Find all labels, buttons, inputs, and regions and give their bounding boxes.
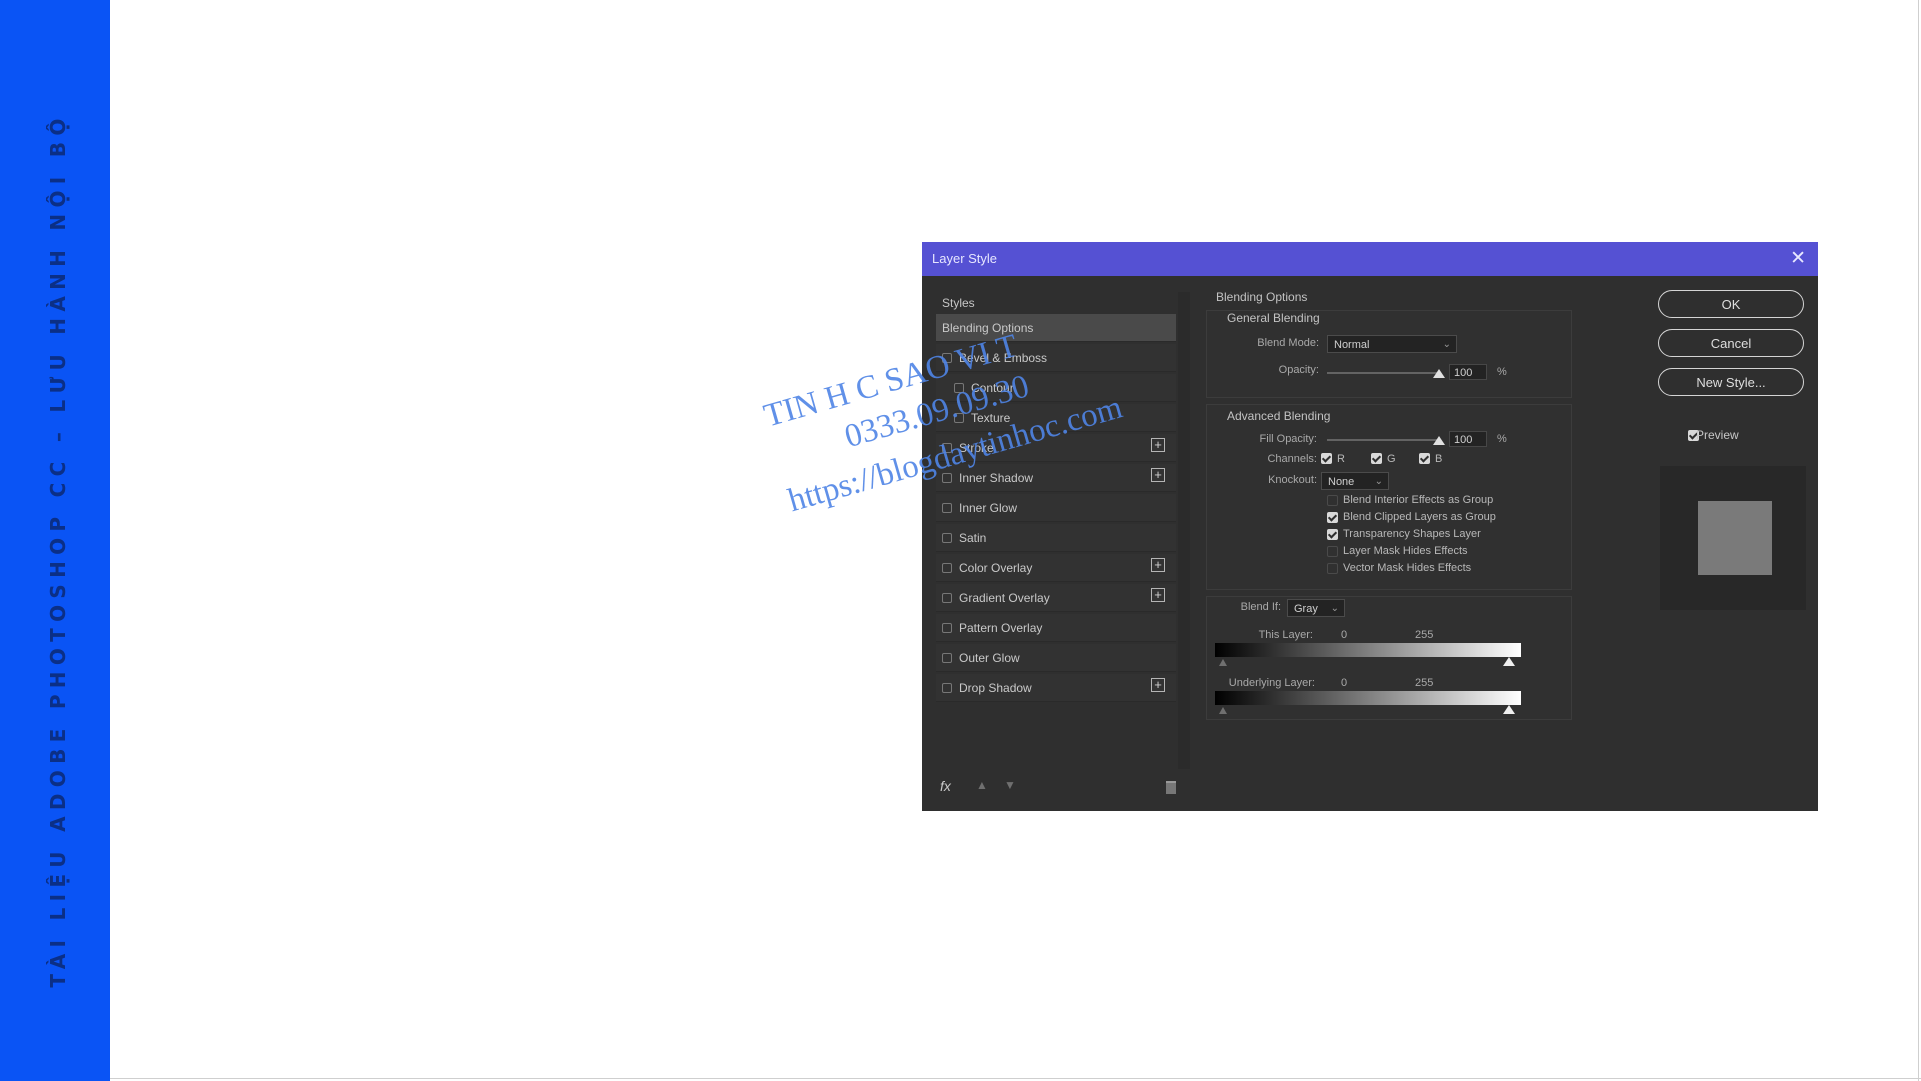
trash-icon[interactable] (1166, 781, 1176, 794)
preview-label: Preview (1696, 428, 1739, 442)
blend-if-label: Blend If: (1240, 601, 1281, 613)
chevron-down-icon: ⌄ (1374, 476, 1383, 487)
style-item[interactable]: Pattern Overlay (936, 614, 1176, 642)
sidebar-strip: TÀI LIỆU ADOBE PHOTOSHOP CC – LƯU HÀNH N… (0, 0, 110, 1081)
chevron-down-icon: ⌄ (1442, 339, 1451, 350)
style-checkbox[interactable] (942, 652, 952, 663)
transparency-shapes-layer-label: Transparency Shapes Layer (1343, 528, 1481, 540)
add-effect-icon[interactable]: + (1151, 588, 1165, 602)
channel-b-label: B (1435, 453, 1443, 465)
this-layer-max: 255 (1415, 629, 1434, 641)
knockout-value: None (1328, 476, 1355, 488)
blend-clipped-layers-checkbox[interactable] (1327, 512, 1338, 523)
move-down-icon[interactable]: ▼ (1004, 778, 1016, 792)
channel-r-checkbox[interactable] (1321, 453, 1332, 464)
dialog-titlebar[interactable]: Layer Style ✕ (922, 242, 1818, 276)
opacity-slider-thumb[interactable] (1433, 369, 1445, 378)
vector-mask-hides-effects-label: Vector Mask Hides Effects (1343, 562, 1472, 574)
fx-icon[interactable]: fx (940, 778, 951, 794)
opacity-input[interactable]: 100 (1449, 364, 1487, 380)
layer-mask-hides-effects-checkbox[interactable] (1327, 546, 1338, 557)
ok-button[interactable]: OK (1658, 290, 1804, 318)
this-layer-min: 0 (1341, 629, 1348, 641)
style-item-label: Drop Shadow (959, 680, 1032, 695)
fill-opacity-slider[interactable] (1327, 439, 1439, 441)
move-up-icon[interactable]: ▲ (976, 778, 988, 792)
chevron-down-icon: ⌄ (1330, 603, 1339, 614)
underlying-layer-gradient (1215, 691, 1521, 705)
opacity-slider[interactable] (1327, 372, 1439, 374)
dialog-title: Layer Style (932, 251, 998, 266)
fill-opacity-unit: % (1497, 433, 1507, 445)
style-item-label: Outer Glow (959, 650, 1020, 665)
blend-interior-effects-label: Blend Interior Effects as Group (1343, 494, 1494, 506)
underlying-layer-label: Underlying Layer: (1228, 677, 1315, 689)
fill-opacity-input[interactable]: 100 (1449, 431, 1487, 447)
blend-if-select[interactable]: Gray ⌄ (1287, 599, 1345, 617)
blend-mode-select[interactable]: Normal ⌄ (1327, 335, 1457, 353)
styles-toolbar: fx ▲ ▼ (936, 772, 1176, 800)
dialog-actions: OK Cancel New Style... Preview (1658, 290, 1808, 800)
opacity-unit: % (1497, 366, 1507, 378)
vector-mask-hides-effects-checkbox[interactable] (1327, 563, 1338, 574)
blend-if-value: Gray (1294, 603, 1318, 615)
style-checkbox[interactable] (942, 682, 952, 693)
page-bottom-border (110, 1078, 1921, 1079)
transparency-shapes-layer-checkbox[interactable] (1327, 529, 1338, 540)
style-preview (1660, 466, 1806, 610)
cancel-button[interactable]: Cancel (1658, 329, 1804, 357)
this-layer-gradient (1215, 643, 1521, 657)
underlying-layer-black-slider[interactable] (1219, 707, 1227, 714)
knockout-select[interactable]: None ⌄ (1321, 472, 1389, 490)
this-layer-label: This Layer: (1258, 629, 1313, 641)
channel-b-checkbox[interactable] (1419, 453, 1430, 464)
blend-mode-value: Normal (1334, 339, 1370, 351)
style-checkbox[interactable] (942, 622, 952, 633)
style-item[interactable]: Outer Glow (936, 644, 1176, 672)
blend-clipped-layers-label: Blend Clipped Layers as Group (1343, 511, 1496, 523)
add-effect-icon[interactable]: + (1151, 558, 1165, 572)
channel-r-label: R (1337, 453, 1345, 465)
this-layer-white-slider[interactable] (1503, 657, 1515, 666)
underlying-layer-max: 255 (1415, 677, 1434, 689)
fill-opacity-slider-thumb[interactable] (1433, 436, 1445, 445)
add-effect-icon[interactable]: + (1151, 678, 1165, 692)
underlying-layer-white-slider[interactable] (1503, 705, 1515, 714)
style-item-label: Pattern Overlay (959, 620, 1043, 635)
close-icon[interactable]: ✕ (1790, 247, 1806, 270)
channel-g-label: G (1387, 453, 1396, 465)
preview-swatch (1698, 501, 1772, 575)
new-style-button[interactable]: New Style... (1658, 368, 1804, 396)
blend-if-group: Blend If: Gray ⌄ This Layer: 0 255 Underl… (1206, 596, 1572, 720)
underlying-layer-min: 0 (1341, 677, 1348, 689)
page-right-border (1918, 0, 1919, 1081)
layer-mask-hides-effects-label: Layer Mask Hides Effects (1343, 545, 1468, 557)
sidebar-title: TÀI LIỆU ADOBE PHOTOSHOP CC – LƯU HÀNH N… (46, 112, 70, 988)
style-item[interactable]: Drop Shadow + (936, 674, 1176, 702)
this-layer-black-slider[interactable] (1219, 659, 1227, 666)
channel-g-checkbox[interactable] (1371, 453, 1382, 464)
